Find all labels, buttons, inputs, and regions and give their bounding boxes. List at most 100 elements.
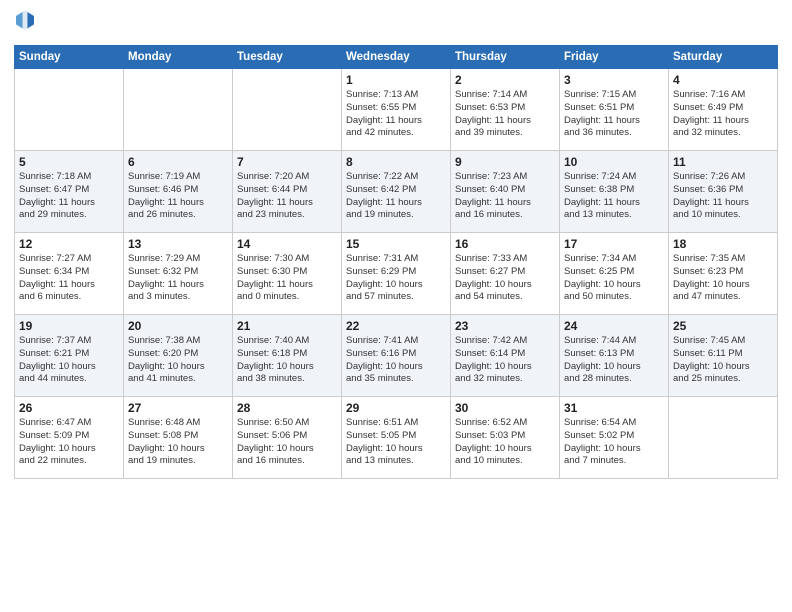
day-number: 9 — [455, 155, 555, 169]
calendar-cell — [124, 69, 233, 151]
calendar-cell: 12 Sunrise: 7:27 AM Sunset: 6:34 PM Dayli… — [15, 233, 124, 315]
day-info: Sunrise: 7:18 AM Sunset: 6:47 PM Dayligh… — [19, 171, 119, 222]
day-info: Sunrise: 7:16 AM Sunset: 6:49 PM Dayligh… — [673, 89, 773, 140]
day-info: Sunrise: 7:27 AM Sunset: 6:34 PM Dayligh… — [19, 253, 119, 304]
calendar-cell: 3Sunrise: 7:15 AM Sunset: 6:51 PM Daylig… — [560, 69, 669, 151]
day-number: 20 — [128, 319, 228, 333]
day-info: Sunrise: 7:45 AM Sunset: 6:11 PM Dayligh… — [673, 335, 773, 386]
calendar-cell: 22 Sunrise: 7:41 AM Sunset: 6:16 PM Dayli… — [342, 315, 451, 397]
day-info: Sunrise: 7:34 AM Sunset: 6:25 PM Dayligh… — [564, 253, 664, 304]
day-number: 15 — [346, 237, 446, 251]
day-number: 14 — [237, 237, 337, 251]
calendar-cell: 26 Sunrise: 6:47 AM Sunset: 5:09 PM Dayli… — [15, 397, 124, 479]
day-number: 12 — [19, 237, 119, 251]
calendar: SundayMondayTuesdayWednesdayThursdayFrid… — [14, 45, 778, 479]
day-info: Sunrise: 7:44 AM Sunset: 6:13 PM Dayligh… — [564, 335, 664, 386]
day-info: Sunrise: 7:33 AM Sunset: 6:27 PM Dayligh… — [455, 253, 555, 304]
calendar-cell: 7 Sunrise: 7:20 AM Sunset: 6:44 PM Daylig… — [233, 151, 342, 233]
calendar-cell: 17 Sunrise: 7:34 AM Sunset: 6:25 PM Dayli… — [560, 233, 669, 315]
day-header-wednesday: Wednesday — [342, 46, 451, 69]
day-number: 31 — [564, 401, 664, 415]
day-number: 8 — [346, 155, 446, 169]
day-info: Sunrise: 7:15 AM Sunset: 6:51 PM Dayligh… — [564, 89, 664, 140]
day-header-monday: Monday — [124, 46, 233, 69]
header — [14, 10, 778, 37]
day-info: Sunrise: 6:51 AM Sunset: 5:05 PM Dayligh… — [346, 417, 446, 468]
day-number: 1 — [346, 73, 446, 87]
calendar-cell: 15 Sunrise: 7:31 AM Sunset: 6:29 PM Dayli… — [342, 233, 451, 315]
day-info: Sunrise: 7:19 AM Sunset: 6:46 PM Dayligh… — [128, 171, 228, 222]
calendar-header-row: SundayMondayTuesdayWednesdayThursdayFrid… — [15, 46, 778, 69]
day-info: Sunrise: 7:30 AM Sunset: 6:30 PM Dayligh… — [237, 253, 337, 304]
calendar-cell: 27 Sunrise: 6:48 AM Sunset: 5:08 PM Dayli… — [124, 397, 233, 479]
calendar-week-2: 5 Sunrise: 7:18 AM Sunset: 6:47 PM Daylig… — [15, 151, 778, 233]
day-info: Sunrise: 7:14 AM Sunset: 6:53 PM Dayligh… — [455, 89, 555, 140]
calendar-week-3: 12 Sunrise: 7:27 AM Sunset: 6:34 PM Dayli… — [15, 233, 778, 315]
day-number: 18 — [673, 237, 773, 251]
day-number: 2 — [455, 73, 555, 87]
day-number: 4 — [673, 73, 773, 87]
calendar-cell: 20 Sunrise: 7:38 AM Sunset: 6:20 PM Dayli… — [124, 315, 233, 397]
day-info: Sunrise: 6:54 AM Sunset: 5:02 PM Dayligh… — [564, 417, 664, 468]
calendar-cell: 6Sunrise: 7:19 AM Sunset: 6:46 PM Daylig… — [124, 151, 233, 233]
day-info: Sunrise: 7:40 AM Sunset: 6:18 PM Dayligh… — [237, 335, 337, 386]
day-info: Sunrise: 7:35 AM Sunset: 6:23 PM Dayligh… — [673, 253, 773, 304]
day-info: Sunrise: 7:37 AM Sunset: 6:21 PM Dayligh… — [19, 335, 119, 386]
day-number: 29 — [346, 401, 446, 415]
day-number: 23 — [455, 319, 555, 333]
day-info: Sunrise: 6:48 AM Sunset: 5:08 PM Dayligh… — [128, 417, 228, 468]
day-number: 11 — [673, 155, 773, 169]
calendar-cell: 5 Sunrise: 7:18 AM Sunset: 6:47 PM Daylig… — [15, 151, 124, 233]
logo — [14, 10, 36, 37]
day-number: 10 — [564, 155, 664, 169]
calendar-cell: 24 Sunrise: 7:44 AM Sunset: 6:13 PM Dayli… — [560, 315, 669, 397]
calendar-cell: 1 Sunrise: 7:13 AM Sunset: 6:55 PM Daylig… — [342, 69, 451, 151]
calendar-cell: 25 Sunrise: 7:45 AM Sunset: 6:11 PM Dayli… — [669, 315, 778, 397]
day-number: 26 — [19, 401, 119, 415]
calendar-cell: 13 Sunrise: 7:29 AM Sunset: 6:32 PM Dayli… — [124, 233, 233, 315]
day-number: 17 — [564, 237, 664, 251]
calendar-cell: 8 Sunrise: 7:22 AM Sunset: 6:42 PM Daylig… — [342, 151, 451, 233]
day-info: Sunrise: 7:29 AM Sunset: 6:32 PM Dayligh… — [128, 253, 228, 304]
calendar-cell: 28 Sunrise: 6:50 AM Sunset: 5:06 PM Dayli… — [233, 397, 342, 479]
day-info: Sunrise: 7:38 AM Sunset: 6:20 PM Dayligh… — [128, 335, 228, 386]
day-number: 25 — [673, 319, 773, 333]
day-info: Sunrise: 6:47 AM Sunset: 5:09 PM Dayligh… — [19, 417, 119, 468]
day-number: 16 — [455, 237, 555, 251]
logo-icon — [16, 10, 34, 32]
page: SundayMondayTuesdayWednesdayThursdayFrid… — [0, 0, 792, 612]
day-number: 22 — [346, 319, 446, 333]
day-info: Sunrise: 7:42 AM Sunset: 6:14 PM Dayligh… — [455, 335, 555, 386]
calendar-cell: 29 Sunrise: 6:51 AM Sunset: 5:05 PM Dayli… — [342, 397, 451, 479]
calendar-cell — [233, 69, 342, 151]
day-number: 28 — [237, 401, 337, 415]
calendar-week-5: 26 Sunrise: 6:47 AM Sunset: 5:09 PM Dayli… — [15, 397, 778, 479]
day-info: Sunrise: 7:41 AM Sunset: 6:16 PM Dayligh… — [346, 335, 446, 386]
day-info: Sunrise: 7:13 AM Sunset: 6:55 PM Dayligh… — [346, 89, 446, 140]
calendar-cell: 10Sunrise: 7:24 AM Sunset: 6:38 PM Dayli… — [560, 151, 669, 233]
calendar-cell: 21Sunrise: 7:40 AM Sunset: 6:18 PM Dayli… — [233, 315, 342, 397]
calendar-cell: 18 Sunrise: 7:35 AM Sunset: 6:23 PM Dayli… — [669, 233, 778, 315]
day-info: Sunrise: 7:31 AM Sunset: 6:29 PM Dayligh… — [346, 253, 446, 304]
day-info: Sunrise: 7:22 AM Sunset: 6:42 PM Dayligh… — [346, 171, 446, 222]
day-header-friday: Friday — [560, 46, 669, 69]
calendar-cell: 4 Sunrise: 7:16 AM Sunset: 6:49 PM Daylig… — [669, 69, 778, 151]
calendar-cell: 16 Sunrise: 7:33 AM Sunset: 6:27 PM Dayli… — [451, 233, 560, 315]
day-number: 7 — [237, 155, 337, 169]
day-info: Sunrise: 6:50 AM Sunset: 5:06 PM Dayligh… — [237, 417, 337, 468]
calendar-cell: 19 Sunrise: 7:37 AM Sunset: 6:21 PM Dayli… — [15, 315, 124, 397]
day-number: 24 — [564, 319, 664, 333]
day-number: 30 — [455, 401, 555, 415]
day-number: 27 — [128, 401, 228, 415]
calendar-cell: 9Sunrise: 7:23 AM Sunset: 6:40 PM Daylig… — [451, 151, 560, 233]
calendar-cell: 14 Sunrise: 7:30 AM Sunset: 6:30 PM Dayli… — [233, 233, 342, 315]
day-header-thursday: Thursday — [451, 46, 560, 69]
day-header-tuesday: Tuesday — [233, 46, 342, 69]
calendar-cell: 11Sunrise: 7:26 AM Sunset: 6:36 PM Dayli… — [669, 151, 778, 233]
calendar-cell: 2 Sunrise: 7:14 AM Sunset: 6:53 PM Daylig… — [451, 69, 560, 151]
day-number: 13 — [128, 237, 228, 251]
day-info: Sunrise: 7:20 AM Sunset: 6:44 PM Dayligh… — [237, 171, 337, 222]
day-number: 5 — [19, 155, 119, 169]
day-number: 19 — [19, 319, 119, 333]
day-header-sunday: Sunday — [15, 46, 124, 69]
